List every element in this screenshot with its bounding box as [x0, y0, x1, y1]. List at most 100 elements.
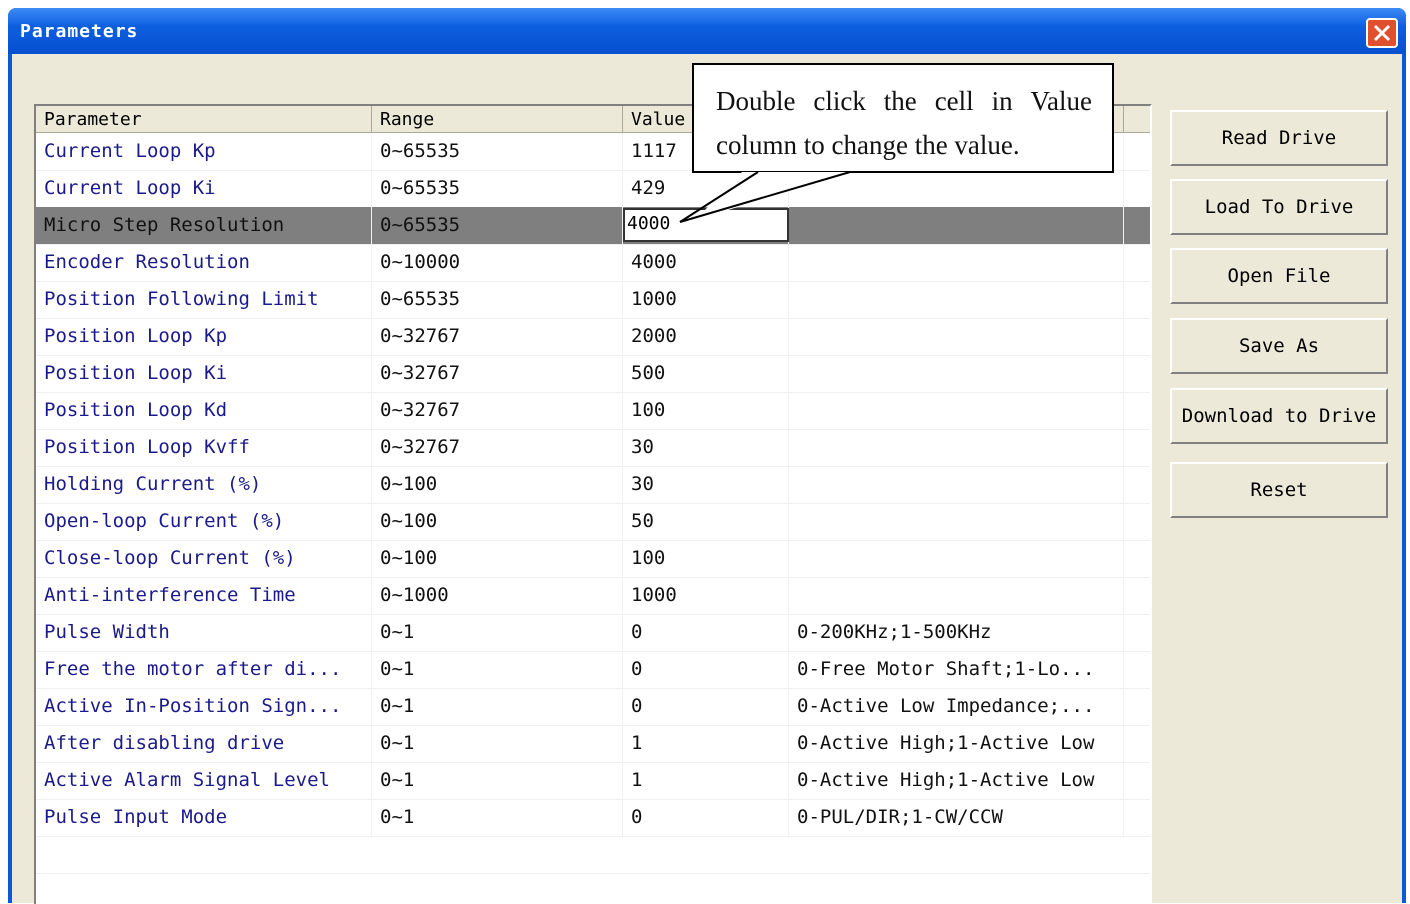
- cell-parameter: Position Loop Kd: [36, 392, 372, 429]
- cell-range: 0~100: [372, 466, 623, 503]
- cell-range: 0~32767: [372, 392, 623, 429]
- cell-value[interactable]: 100: [623, 540, 789, 577]
- table-row[interactable]: Active Alarm Signal Level 0~1 1 0-Active Hi…: [36, 762, 1150, 800]
- cell-parameter: Free the motor after di...: [36, 651, 372, 688]
- cell-description: 0-Free Motor Shaft;1-Lo...: [789, 651, 1124, 688]
- cell-parameter: Position Loop Kvff: [36, 429, 372, 466]
- header-parameter[interactable]: Parameter: [36, 106, 372, 132]
- cell-value[interactable]: 0: [623, 799, 789, 836]
- cell-value[interactable]: 100: [623, 392, 789, 429]
- cell-description: [789, 244, 1124, 281]
- cell-range: 0~100: [372, 503, 623, 540]
- cell-range: 0~1: [372, 651, 623, 688]
- load-to-drive-button[interactable]: Load To Drive: [1170, 179, 1388, 235]
- cell-description: [789, 281, 1124, 318]
- callout-word: click: [813, 86, 866, 116]
- window-title: Parameters: [20, 21, 139, 42]
- table-row[interactable]: Position Loop Ki 0~32767 500: [36, 355, 1150, 393]
- table-row[interactable]: Pulse Input Mode 0~1 0 0-PUL/DIR;1-CW/CCW: [36, 799, 1150, 837]
- cell-range: 0~1: [372, 762, 623, 799]
- parameter-grid[interactable]: Parameter Range Value Current Loop Kp 0~6…: [34, 104, 1152, 904]
- table-row[interactable]: Current Loop Ki 0~65535 429: [36, 170, 1150, 208]
- cell-description: 0-PUL/DIR;1-CW/CCW: [789, 799, 1124, 836]
- cell-parameter: Current Loop Ki: [36, 170, 372, 207]
- cell-value[interactable]: 2000: [623, 318, 789, 355]
- callout-word: in: [991, 86, 1013, 116]
- cell-range: 0~32767: [372, 355, 623, 392]
- cell-value[interactable]: 1000: [623, 577, 789, 614]
- cell-parameter: Pulse Input Mode: [36, 799, 372, 836]
- callout-word: the: [883, 86, 917, 116]
- table-row[interactable]: Active In-Position Sign... 0~1 0 0-Active L…: [36, 688, 1150, 726]
- cell-value[interactable]: 1: [623, 762, 789, 799]
- cell-parameter: Active In-Position Sign...: [36, 688, 372, 725]
- table-row[interactable]: After disabling drive 0~1 1 0-Active High;1…: [36, 725, 1150, 763]
- cell-range: 0~1000: [372, 577, 623, 614]
- cell-value[interactable]: 30: [623, 429, 789, 466]
- cell-description: [789, 207, 1124, 244]
- close-icon: [1373, 24, 1391, 42]
- cell-range: 0~65535: [372, 281, 623, 318]
- cell-description: 0-Active High;1-Active Low: [789, 725, 1124, 762]
- table-row[interactable]: Open-loop Current (%) 0~100 50: [36, 503, 1150, 541]
- save-as-button[interactable]: Save As: [1170, 318, 1388, 374]
- table-row[interactable]: Position Loop Kvff 0~32767 30: [36, 429, 1150, 467]
- cell-value[interactable]: 30: [623, 466, 789, 503]
- cell-description: 0-Active Low Impedance;...: [789, 688, 1124, 725]
- table-row[interactable]: Position Loop Kp 0~32767 2000: [36, 318, 1150, 356]
- cell-parameter: Open-loop Current (%): [36, 503, 372, 540]
- cell-range: 0~32767: [372, 429, 623, 466]
- header-range[interactable]: Range: [372, 106, 623, 132]
- table-row[interactable]: Position Loop Kd 0~32767 100: [36, 392, 1150, 430]
- reset-button[interactable]: Reset: [1170, 462, 1388, 518]
- table-row-empty: [36, 873, 1150, 904]
- open-file-button[interactable]: Open File: [1170, 248, 1388, 304]
- cell-value[interactable]: 0: [623, 688, 789, 725]
- cell-range: 0~65535: [372, 133, 623, 170]
- cell-range: 0~1: [372, 614, 623, 651]
- table-row[interactable]: Pulse Width 0~1 0 0-200KHz;1-500KHz: [36, 614, 1150, 652]
- cell-description: [789, 577, 1124, 614]
- table-row[interactable]: Position Following Limit 0~65535 1000: [36, 281, 1150, 319]
- cell-parameter: Micro Step Resolution: [36, 207, 372, 244]
- cell-value[interactable]: 500: [623, 355, 789, 392]
- callout-word: cell: [934, 86, 974, 116]
- cell-description: [789, 355, 1124, 392]
- cell-value[interactable]: 0: [623, 614, 789, 651]
- value-edit-input[interactable]: 4000: [623, 208, 789, 242]
- table-row-selected[interactable]: Micro Step Resolution 0~65535 4000: [36, 207, 1150, 245]
- cell-parameter: Anti-interference Time: [36, 577, 372, 614]
- cell-description: 0-Active High;1-Active Low: [789, 762, 1124, 799]
- callout-line-1: Double click the cell in Value: [716, 79, 1092, 123]
- cell-description: [789, 170, 1124, 207]
- cell-range: 0~10000: [372, 244, 623, 281]
- cell-range: 0~65535: [372, 207, 623, 244]
- cell-range: 0~1: [372, 799, 623, 836]
- cell-description: [789, 503, 1124, 540]
- cell-range: 0~65535: [372, 170, 623, 207]
- close-button[interactable]: [1366, 18, 1398, 48]
- cell-parameter: Position Loop Kp: [36, 318, 372, 355]
- cell-description: [789, 466, 1124, 503]
- cell-value[interactable]: 1000: [623, 281, 789, 318]
- title-bar[interactable]: Parameters: [8, 8, 1406, 54]
- cell-value[interactable]: 4000: [623, 244, 789, 281]
- cell-parameter: After disabling drive: [36, 725, 372, 762]
- callout-line-2: column to change the value.: [716, 130, 1020, 160]
- table-row[interactable]: Anti-interference Time 0~1000 1000: [36, 577, 1150, 615]
- cell-value[interactable]: 1: [623, 725, 789, 762]
- table-row[interactable]: Holding Current (%) 0~100 30: [36, 466, 1150, 504]
- table-row[interactable]: Encoder Resolution 0~10000 4000: [36, 244, 1150, 282]
- cell-range: 0~1: [372, 688, 623, 725]
- callout-word: Double: [716, 86, 796, 116]
- download-to-drive-button[interactable]: Download to Drive: [1170, 388, 1388, 444]
- cell-value[interactable]: 50: [623, 503, 789, 540]
- cell-description: [789, 392, 1124, 429]
- table-row[interactable]: Close-loop Current (%) 0~100 100: [36, 540, 1150, 578]
- callout-word: Value: [1030, 86, 1092, 116]
- cell-parameter: Pulse Width: [36, 614, 372, 651]
- table-row[interactable]: Free the motor after di... 0~1 0 0-Free Mot…: [36, 651, 1150, 689]
- cell-value[interactable]: 0: [623, 651, 789, 688]
- cell-value[interactable]: 429: [623, 170, 789, 207]
- read-drive-button[interactable]: Read Drive: [1170, 110, 1388, 166]
